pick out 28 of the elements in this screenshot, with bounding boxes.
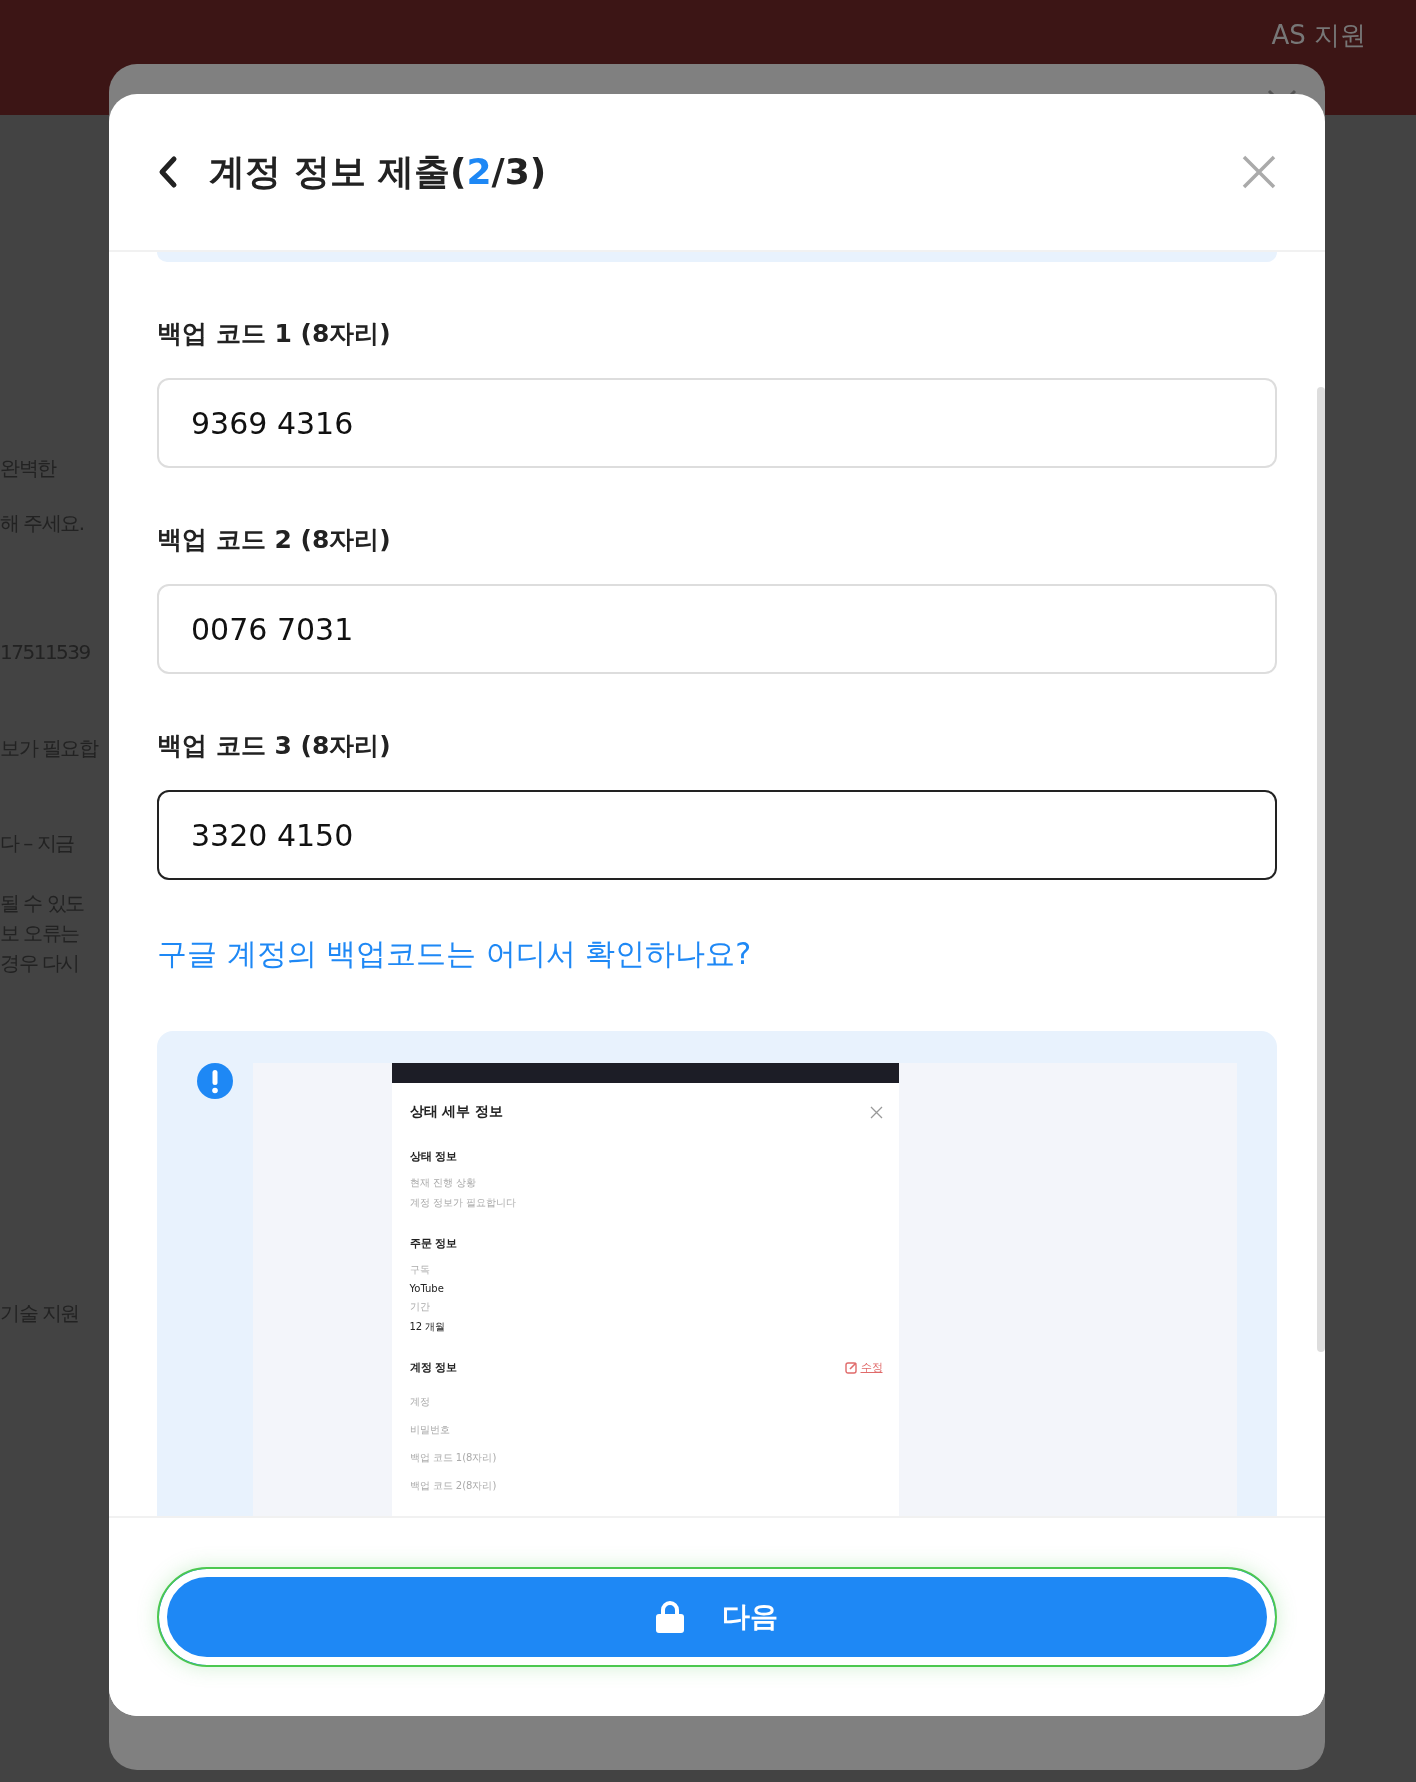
alert-icon <box>197 1063 233 1099</box>
field-label: 백업 코드 1 (8자리) <box>157 318 392 350</box>
field-label: 기간 <box>409 1300 431 1314</box>
field-label: 백업 코드 2(8자리) <box>409 1479 498 1493</box>
field-label: 계정 정보가 필요합니다 <box>409 1196 517 1210</box>
field-label: 구독 <box>409 1263 431 1277</box>
dialog-title: 계정 정보 제출(2/3) <box>209 149 548 194</box>
nav-link[interactable]: AS 지원 <box>1271 18 1366 53</box>
field-value: YoTube <box>409 1283 445 1294</box>
field-label: 비밀번호 <box>409 1423 451 1437</box>
field-label: 현재 진행 상황 <box>409 1176 477 1190</box>
code-input[interactable]: 3320 4150 <box>157 790 1277 880</box>
field-value: 12 개월 <box>409 1320 447 1334</box>
section-heading: 계정 정보 <box>409 1360 458 1375</box>
field-label: 백업 코드 2 (8자리) <box>157 524 392 556</box>
back-button[interactable] <box>157 155 179 189</box>
code-input[interactable]: 9369 4316 <box>157 378 1277 468</box>
field-label: 백업 코드 3 (8자리) <box>157 730 392 762</box>
edit-icon <box>844 1361 858 1374</box>
section-heading: 주문 정보 <box>409 1236 458 1251</box>
section-heading: 상태 정보 <box>409 1149 458 1164</box>
next-button[interactable]: 다음 <box>157 1567 1277 1667</box>
field-label: 백업 코드 1(8자리) <box>409 1451 498 1465</box>
screenshot-title: 상태 세부 정보 <box>409 1103 504 1121</box>
field-label: 계정 <box>409 1395 431 1409</box>
code-input[interactable]: 0076 7031 <box>157 584 1277 674</box>
help-link[interactable]: 구글 계정의 백업코드는 어디서 확인하나요? <box>157 934 752 975</box>
lock-icon <box>656 1601 684 1633</box>
